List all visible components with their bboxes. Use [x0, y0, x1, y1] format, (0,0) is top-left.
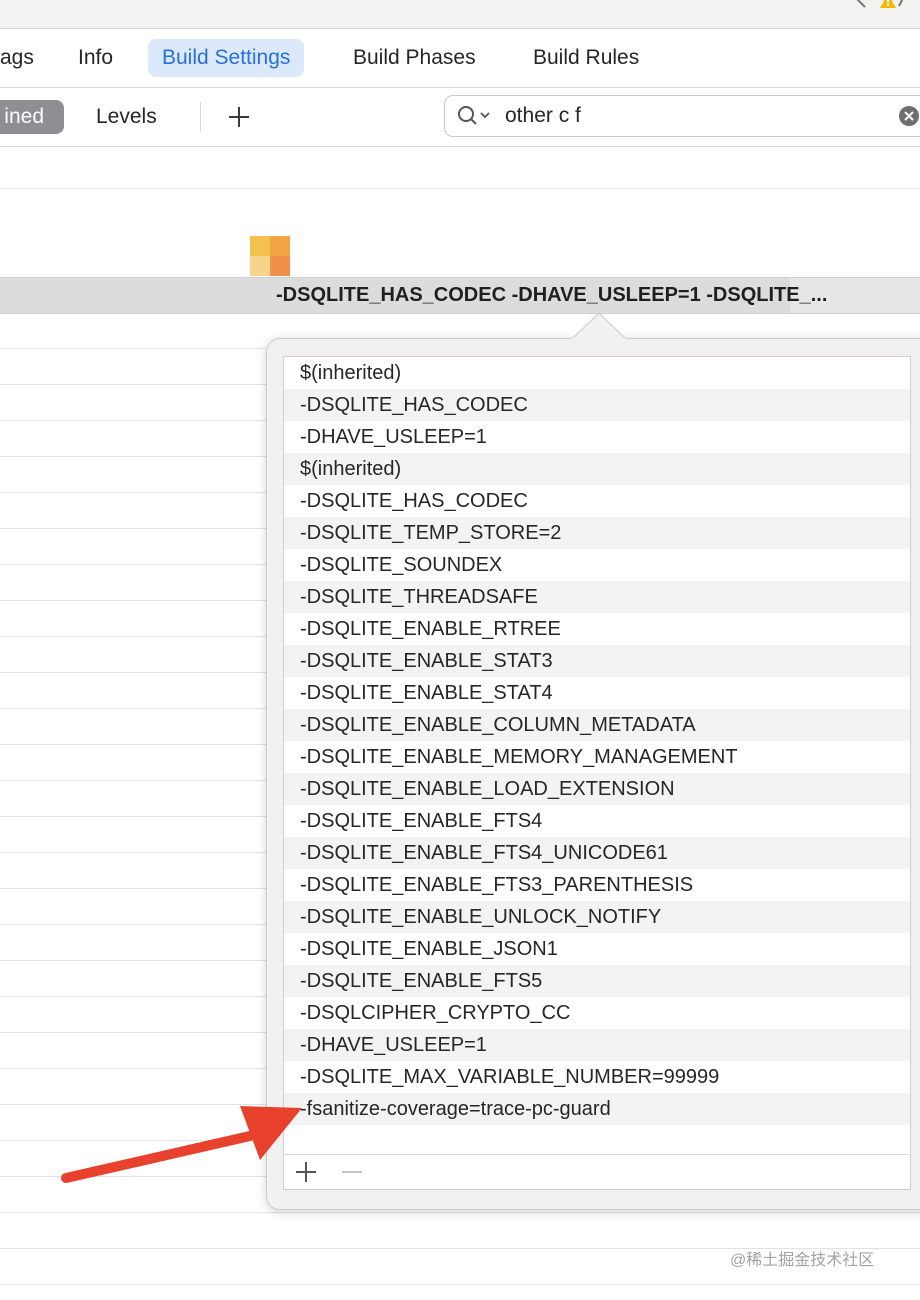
list-item[interactable]: $(inherited)	[284, 357, 910, 389]
list-item[interactable]: -DSQLITE_ENABLE_COLUMN_METADATA	[284, 709, 910, 741]
list-item[interactable]: -DSQLITE_ENABLE_LOAD_EXTENSION	[284, 773, 910, 805]
list-item[interactable]: -DSQLITE_ENABLE_JSON1	[284, 933, 910, 965]
list-item[interactable]: -DSQLITE_HAS_CODEC	[284, 485, 910, 517]
flags-list: $(inherited) -DSQLITE_HAS_CODEC -DHAVE_U…	[283, 356, 911, 1190]
list-item[interactable]: -DSQLITE_ENABLE_RTREE	[284, 613, 910, 645]
settings-filter-bar: ined Levels other c f	[0, 88, 920, 147]
divider	[0, 188, 920, 189]
list-item[interactable]: -DSQLITE_TEMP_STORE=2	[284, 517, 910, 549]
list-item[interactable]: -DSQLITE_ENABLE_MEMORY_MANAGEMENT	[284, 741, 910, 773]
search-field[interactable]: other c f	[444, 95, 920, 137]
list-item[interactable]: -DSQLITE_HAS_CODEC	[284, 389, 910, 421]
target-icon	[250, 236, 290, 276]
tab-build-rules[interactable]: Build Rules	[533, 39, 639, 77]
list-item[interactable]: -DSQLITE_MAX_VARIABLE_NUMBER=99999	[284, 1061, 910, 1093]
levels-toggle[interactable]: Levels	[96, 100, 157, 134]
tab-build-settings[interactable]: Build Settings	[148, 39, 305, 77]
tab-build-phases[interactable]: Build Phases	[353, 39, 476, 77]
chevron-icon	[856, 0, 866, 8]
list-item[interactable]: -DHAVE_USLEEP=1	[284, 421, 910, 453]
editor-tab-bar: ags Info Build Settings Build Phases Bui…	[0, 29, 920, 88]
list-item[interactable]: -DSQLITE_ENABLE_FTS3_PARENTHESIS	[284, 869, 910, 901]
clear-icon[interactable]	[899, 106, 919, 126]
divider	[200, 102, 201, 132]
list-item[interactable]: $(inherited)	[284, 453, 910, 485]
list-footer	[284, 1154, 910, 1189]
list-item[interactable]: -DSQLITE_ENABLE_STAT3	[284, 645, 910, 677]
search-icon[interactable]	[457, 105, 493, 127]
list-item[interactable]: -DSQLCIPHER_CRYPTO_CC	[284, 997, 910, 1029]
list-item[interactable]: -DSQLITE_ENABLE_STAT4	[284, 677, 910, 709]
list-item[interactable]: -DSQLITE_ENABLE_UNLOCK_NOTIFY	[284, 901, 910, 933]
setting-value[interactable]: -DSQLITE_HAS_CODEC -DHAVE_USLEEP=1 -DSQL…	[276, 280, 920, 310]
list-item[interactable]: -DSQLITE_SOUNDEX	[284, 549, 910, 581]
divider	[0, 1212, 920, 1213]
list-item[interactable]: -DHAVE_USLEEP=1	[284, 1029, 910, 1061]
list-item[interactable]: -DSQLITE_THREADSAFE	[284, 581, 910, 613]
search-input[interactable]: other c f	[505, 96, 581, 136]
divider	[0, 1248, 920, 1249]
combined-toggle[interactable]: ined	[0, 100, 64, 134]
list-item[interactable]: -fsanitize-coverage=trace-pc-guard	[284, 1093, 910, 1125]
window-top-strip	[0, 0, 920, 29]
minus-icon[interactable]	[340, 1160, 364, 1184]
list-item[interactable]: -DSQLITE_ENABLE_FTS5	[284, 965, 910, 997]
divider	[0, 1284, 920, 1285]
tab-resource-tags[interactable]: ags	[0, 39, 34, 77]
warning-icon[interactable]	[878, 0, 904, 10]
annotation-arrow	[61, 1106, 302, 1183]
list-item[interactable]: -DSQLITE_ENABLE_FTS4_UNICODE61	[284, 837, 910, 869]
list-item[interactable]: -DSQLITE_ENABLE_FTS4	[284, 805, 910, 837]
popover-pointer	[572, 312, 626, 340]
watermark: @稀土掘金技术社区	[730, 1252, 875, 1269]
tab-info[interactable]: Info	[78, 39, 113, 77]
plus-icon[interactable]	[226, 104, 252, 130]
